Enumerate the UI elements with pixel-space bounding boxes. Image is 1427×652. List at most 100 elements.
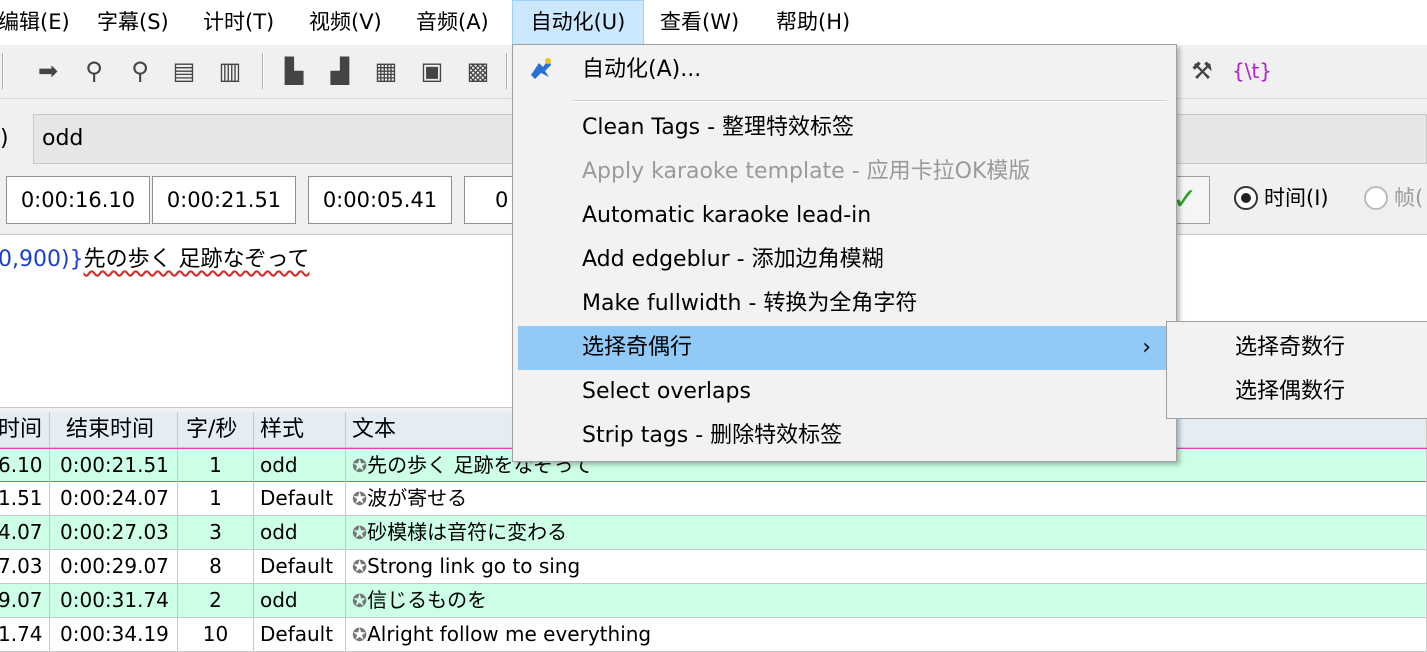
menu-select-overlaps[interactable]: Select overlaps (518, 370, 1171, 414)
end-time-field[interactable]: 0:00:21.51 (152, 176, 296, 224)
cell-end: 0:00:21.51 (50, 449, 178, 482)
toolbar-separator (262, 53, 264, 89)
snap-scene-icon[interactable]: ▦ (370, 55, 402, 87)
menu-automation-manager[interactable]: 自动化(A)... (518, 48, 1171, 92)
cell-cps: 10 (178, 618, 254, 651)
comment-gear-icon: ✪ (352, 456, 368, 477)
editor-line: 0,900)}先の歩く 足跡なぞって (0, 241, 309, 273)
zoom-out-icon[interactable]: ⚲ (124, 55, 156, 87)
cell-style: Default (254, 618, 346, 651)
set-end-icon[interactable]: ▟ (324, 55, 356, 87)
zoom-in-icon[interactable]: ⚲ (78, 55, 110, 87)
cell-start: 1.51 (0, 482, 50, 515)
transform-tag-icon[interactable]: {\t} (1232, 55, 1272, 87)
automation-dropdown-menu: 自动化(A)... Clean Tags - 整理特效标签 Apply kara… (512, 44, 1177, 462)
cell-start: 6.10 (0, 449, 50, 482)
header-style[interactable]: 样式 (254, 412, 346, 447)
cell-text-value: 信じるものを (367, 588, 488, 612)
cell-style: odd (254, 584, 346, 617)
cell-text-value: 砂模様は音符に変わる (367, 520, 568, 544)
comment-gear-icon: ✪ (352, 489, 368, 510)
cell-end: 0:00:24.07 (50, 482, 178, 515)
menu-bar: 编辑(E) 字幕(S) 计时(T) 视频(V) 音频(A) 自动化(U) 查看(… (0, 0, 1427, 45)
toolbar-separator (2, 53, 4, 89)
table-row[interactable]: 7.03 0:00:29.07 8 Default ✪Strong link go to… (0, 550, 1427, 584)
menu-automation[interactable]: 自动化(U) (512, 0, 644, 45)
table-row[interactable]: 1.74 0:00:34.19 10 Default ✪Alright follow m… (0, 618, 1427, 652)
table-row[interactable]: 4.07 0:00:27.03 3 odd ✪砂模様は音符に変わる (0, 516, 1427, 550)
comment-gear-icon: ✪ (352, 591, 368, 612)
menu-karaoke-lead-in[interactable]: Automatic karaoke lead-in (518, 194, 1171, 238)
editor-tag-text: 0,900)} (0, 247, 84, 272)
cell-style: Default (254, 482, 346, 515)
editor-line-text: 先の歩く 足跡なぞって (83, 247, 310, 272)
start-time-field[interactable]: 0:00:16.10 (6, 176, 150, 224)
style-label-paren: ) (0, 126, 9, 151)
cell-cps: 1 (178, 482, 254, 515)
toolbar-separator (506, 53, 508, 89)
comment-gear-icon: ✪ (352, 523, 368, 544)
set-start-icon[interactable]: ▙ (278, 55, 310, 87)
cell-end: 0:00:34.19 (50, 618, 178, 651)
cell-start: 4.07 (0, 516, 50, 549)
cell-text: ✪波が寄せる (346, 482, 1427, 515)
cell-end: 0:00:29.07 (50, 550, 178, 583)
cell-cps: 2 (178, 584, 254, 617)
cell-style: odd (254, 449, 346, 482)
snap-start-icon[interactable]: ▤ (168, 55, 200, 87)
adjacent-icon[interactable]: ▩ (462, 55, 494, 87)
cell-start: 7.03 (0, 550, 50, 583)
cell-cps: 1 (178, 449, 254, 482)
cell-cps: 3 (178, 516, 254, 549)
cell-style: odd (254, 516, 346, 549)
header-start[interactable]: 时间 (0, 412, 50, 447)
jump-arrow-icon[interactable]: ➡ (32, 55, 64, 87)
menu-audio[interactable]: 音频(A) (416, 0, 489, 45)
style-value: odd (42, 126, 84, 151)
cell-start: 1.74 (0, 618, 50, 651)
menu-separator (573, 100, 1167, 102)
cell-text-value: Strong link go to sing (367, 554, 581, 578)
cell-style: Default (254, 550, 346, 583)
menu-make-fullwidth[interactable]: Make fullwidth - 转换为全角字符 (518, 282, 1171, 326)
table-row[interactable]: 9.07 0:00:31.74 2 odd ✪信じるものを (0, 584, 1427, 618)
cell-cps: 8 (178, 550, 254, 583)
menu-apply-karaoke-template: Apply karaoke template - 应用卡拉OK模版 (582, 159, 1031, 184)
tools-hammer-icon[interactable]: ⚒ (1186, 55, 1218, 87)
chevron-right-icon: › (1142, 335, 1151, 360)
menu-help[interactable]: 帮助(H) (776, 0, 850, 45)
menu-select-odd-even[interactable]: 选择奇偶行 › (518, 326, 1171, 370)
cell-text: ✪Alright follow me everything (346, 618, 1427, 651)
menu-edit[interactable]: 编辑(E) (0, 0, 70, 45)
header-cps[interactable]: 字/秒 (178, 412, 254, 447)
menu-view[interactable]: 查看(W) (660, 0, 739, 45)
menu-subtitle[interactable]: 字幕(S) (97, 0, 169, 45)
duration-field[interactable]: 0:00:05.41 (308, 176, 452, 224)
menu-timing[interactable]: 计时(T) (203, 0, 274, 45)
cell-text-value: Alright follow me everything (367, 622, 652, 646)
menu-select-even-lines[interactable]: 选择偶数行 (1167, 370, 1427, 414)
menu-video[interactable]: 视频(V) (309, 0, 382, 45)
menu-clean-tags[interactable]: Clean Tags - 整理特效标签 (518, 106, 1171, 150)
cell-text: ✪信じるものを (346, 584, 1427, 617)
cell-text: ✪砂模様は音符に変わる (346, 516, 1427, 549)
menu-add-edgeblur[interactable]: Add edgeblur - 添加边角模糊 (518, 238, 1171, 282)
table-row[interactable]: 1.51 0:00:24.07 1 Default ✪波が寄せる (0, 482, 1427, 516)
cell-end: 0:00:27.03 (50, 516, 178, 549)
shift-times-icon[interactable]: ▣ (416, 55, 448, 87)
time-radio-label: 时间(I) (1264, 186, 1329, 210)
cell-text: ✪Strong link go to sing (346, 550, 1427, 583)
frame-radio[interactable] (1364, 186, 1388, 210)
snap-end-icon[interactable]: ▥ (214, 55, 246, 87)
frame-radio-label: 帧( (1394, 186, 1424, 210)
odd-even-submenu: 选择奇数行 选择偶数行 (1166, 321, 1427, 419)
menu-select-odd-even-label: 选择奇偶行 (582, 335, 693, 360)
cell-end: 0:00:31.74 (50, 584, 178, 617)
time-radio[interactable] (1234, 186, 1258, 210)
cell-start: 9.07 (0, 584, 50, 617)
cell-text-value: 波が寄せる (367, 486, 468, 510)
comment-gear-icon: ✪ (352, 625, 368, 646)
menu-strip-tags[interactable]: Strip tags - 删除特效标签 (518, 414, 1171, 458)
header-end[interactable]: 结束时间 (50, 412, 178, 447)
menu-select-odd-lines[interactable]: 选择奇数行 (1167, 326, 1427, 370)
